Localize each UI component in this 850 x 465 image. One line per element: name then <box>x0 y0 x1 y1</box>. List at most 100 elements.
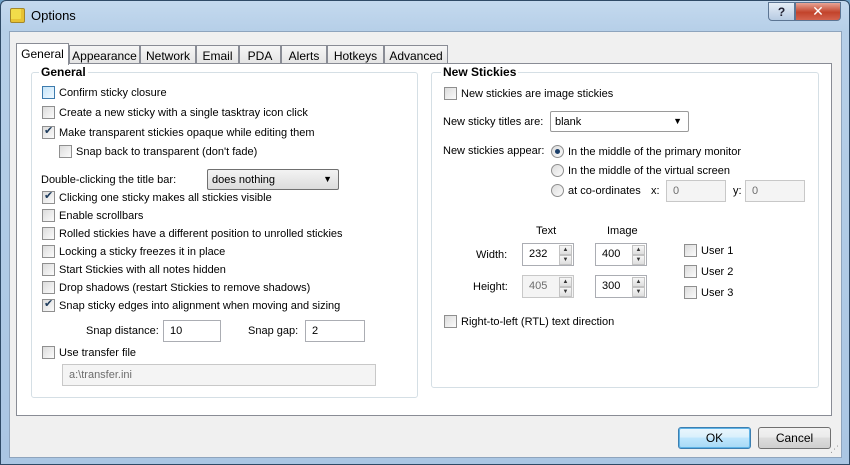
confirm-closure-label: Confirm sticky closure <box>59 86 167 99</box>
x-coordinate-input[interactable]: 0 <box>666 180 726 202</box>
appear-coords-label: at co-ordinates <box>568 184 641 197</box>
confirm-closure-option[interactable]: Confirm sticky closure <box>42 86 167 99</box>
new-sticky-click-option[interactable]: Create a new sticky with a single tasktr… <box>42 106 308 119</box>
snap-edges-checkbox[interactable] <box>42 297 55 312</box>
image-height-spinner[interactable]: 300 ▲ ▼ <box>595 275 647 298</box>
help-button[interactable]: ? <box>768 2 795 21</box>
transfer-file-option[interactable]: Use transfer file <box>42 346 136 359</box>
clicking-one-option[interactable]: Clicking one sticky makes all stickies v… <box>42 189 272 204</box>
resize-grip-icon[interactable]: ⋰ <box>830 444 839 455</box>
title-bar[interactable]: Options ? ✕ <box>1 1 849 31</box>
spin-down-icon[interactable]: ▼ <box>559 255 572 265</box>
tab-advanced[interactable]: Advanced <box>384 45 448 64</box>
locking-freezes-option[interactable]: Locking a sticky freezes it in place <box>42 245 225 258</box>
scrollbars-option[interactable]: Enable scrollbars <box>42 209 143 222</box>
tab-panel-general: General Confirm sticky closure Create a … <box>16 63 832 416</box>
appear-coords-option[interactable]: at co-ordinates <box>551 184 641 197</box>
sticky-note-icon <box>10 8 25 23</box>
user1-option[interactable]: User 1 <box>684 244 733 257</box>
tab-alerts[interactable]: Alerts <box>281 45 327 64</box>
opaque-editing-checkbox[interactable] <box>42 124 55 139</box>
snap-gap-value: 2 <box>312 325 319 337</box>
transfer-file-label: Use transfer file <box>59 346 137 359</box>
appear-virtual-radio[interactable] <box>551 164 564 177</box>
y-coordinate-input[interactable]: 0 <box>745 180 805 202</box>
spin-up-icon[interactable]: ▲ <box>632 245 645 255</box>
appear-virtual-option[interactable]: In the middle of the virtual screen <box>551 164 730 177</box>
drop-shadows-option[interactable]: Drop shadows (restart Stickies to remove… <box>42 281 310 294</box>
double-click-value: does nothing <box>212 173 275 186</box>
rolled-position-option[interactable]: Rolled stickies have a different positio… <box>42 227 343 240</box>
rtl-option[interactable]: Right-to-left (RTL) text direction <box>444 315 614 328</box>
spin-down-icon[interactable]: ▼ <box>559 287 572 297</box>
spin-up-icon[interactable]: ▲ <box>559 277 572 287</box>
cancel-button[interactable]: Cancel <box>758 427 831 449</box>
rolled-position-label: Rolled stickies have a different positio… <box>59 227 343 240</box>
new-stickies-group-title: New Stickies <box>441 65 519 79</box>
transfer-path-input[interactable]: a:\transfer.ini <box>62 364 376 386</box>
width-label: Width: <box>476 249 508 261</box>
rtl-label: Right-to-left (RTL) text direction <box>461 315 615 328</box>
transfer-path-value: a:\transfer.ini <box>69 369 132 381</box>
snap-gap-input[interactable]: 2 <box>305 320 365 342</box>
snap-edges-option[interactable]: Snap sticky edges into alignment when mo… <box>42 297 341 312</box>
double-click-select[interactable]: does nothing ▼ <box>207 169 339 190</box>
image-width-spinner[interactable]: 400 ▲ ▼ <box>595 243 647 266</box>
snap-distance-value: 10 <box>170 325 183 337</box>
image-stickies-checkbox[interactable] <box>444 87 457 100</box>
options-window: Options ? ✕ General Appearance Network E… <box>0 0 850 465</box>
ok-button[interactable]: OK <box>678 427 751 449</box>
user3-option[interactable]: User 3 <box>684 286 733 299</box>
opaque-editing-option[interactable]: Make transparent stickies opaque while e… <box>42 124 315 139</box>
appear-coords-radio[interactable] <box>551 184 564 197</box>
rtl-checkbox[interactable] <box>444 315 457 328</box>
locking-freezes-label: Locking a sticky freezes it in place <box>59 245 226 258</box>
snap-back-label: Snap back to transparent (don't fade) <box>76 145 258 158</box>
tab-appearance[interactable]: Appearance <box>69 45 140 64</box>
snap-distance-input[interactable]: 10 <box>163 320 221 342</box>
tab-general[interactable]: General <box>16 43 69 65</box>
appear-label: New stickies appear: <box>443 145 545 157</box>
titles-label: New sticky titles are: <box>443 116 544 128</box>
spin-up-icon[interactable]: ▲ <box>559 245 572 255</box>
chevron-down-icon: ▼ <box>673 116 682 126</box>
snap-back-checkbox[interactable] <box>59 145 72 158</box>
transfer-file-checkbox[interactable] <box>42 346 55 359</box>
text-width-spinner[interactable]: 232 ▲ ▼ <box>522 243 574 266</box>
snap-back-option[interactable]: Snap back to transparent (don't fade) <box>59 145 257 158</box>
scrollbars-checkbox[interactable] <box>42 209 55 222</box>
image-stickies-label: New stickies are image stickies <box>461 87 614 100</box>
confirm-closure-checkbox[interactable] <box>42 86 55 99</box>
titles-value: blank <box>555 115 582 128</box>
rolled-position-checkbox[interactable] <box>42 227 55 240</box>
user3-checkbox[interactable] <box>684 286 697 299</box>
user2-label: User 2 <box>701 265 734 278</box>
y-label: y: <box>733 185 742 197</box>
snap-edges-label: Snap sticky edges into alignment when mo… <box>59 299 341 312</box>
spin-down-icon[interactable]: ▼ <box>632 287 645 297</box>
start-hidden-checkbox[interactable] <box>42 263 55 276</box>
clicking-one-label: Clicking one sticky makes all stickies v… <box>59 191 272 204</box>
user2-option[interactable]: User 2 <box>684 265 733 278</box>
locking-freezes-checkbox[interactable] <box>42 245 55 258</box>
new-sticky-click-checkbox[interactable] <box>42 106 55 119</box>
titles-select[interactable]: blank ▼ <box>550 111 689 132</box>
clicking-one-checkbox[interactable] <box>42 189 55 204</box>
spin-up-icon[interactable]: ▲ <box>632 277 645 287</box>
tab-email[interactable]: Email <box>196 45 239 64</box>
drop-shadows-checkbox[interactable] <box>42 281 55 294</box>
spin-down-icon[interactable]: ▼ <box>632 255 645 265</box>
appear-primary-option[interactable]: In the middle of the primary monitor <box>551 145 741 158</box>
user2-checkbox[interactable] <box>684 265 697 278</box>
appear-primary-label: In the middle of the primary monitor <box>568 145 742 158</box>
user1-checkbox[interactable] <box>684 244 697 257</box>
appear-primary-radio[interactable] <box>551 145 564 158</box>
start-hidden-option[interactable]: Start Stickies with all notes hidden <box>42 263 226 276</box>
image-stickies-option[interactable]: New stickies are image stickies <box>444 87 613 100</box>
close-button[interactable]: ✕ <box>795 2 841 21</box>
tab-pda[interactable]: PDA <box>239 45 281 64</box>
tab-network[interactable]: Network <box>140 45 196 64</box>
text-height-spinner[interactable]: 405 ▲ ▼ <box>522 275 574 298</box>
chevron-down-icon: ▼ <box>323 174 332 184</box>
tab-hotkeys[interactable]: Hotkeys <box>327 45 384 64</box>
